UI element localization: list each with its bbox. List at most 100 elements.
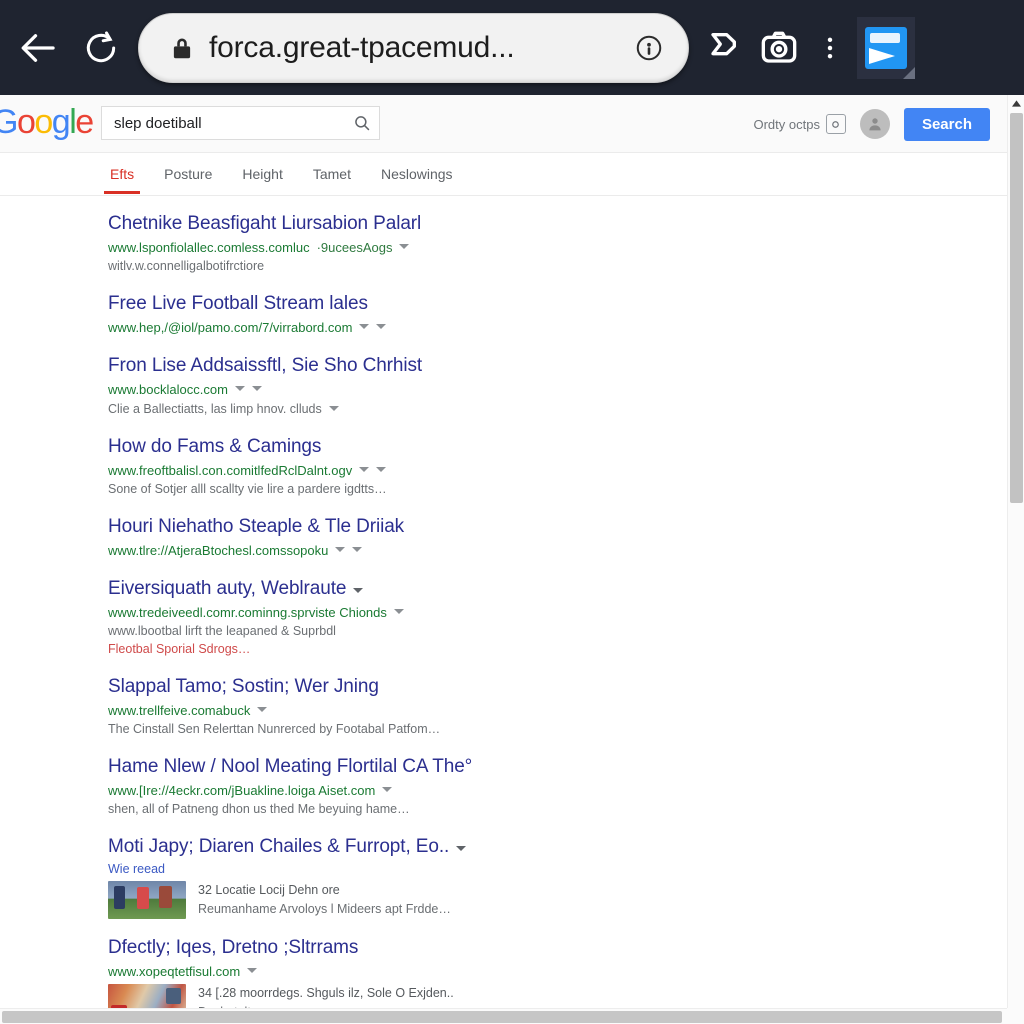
- scrollbar-corner: [1007, 1008, 1024, 1024]
- tab-preview-thumbnail: [865, 27, 907, 69]
- chevron-down-icon[interactable]: [247, 968, 257, 973]
- result-snippet: Sone of Sotjer alll scallty vie lire a p…: [108, 480, 1007, 498]
- search-result: Slappal Tamo; Sostin; Wer Jning www.trel…: [108, 675, 1007, 738]
- search-result: Free Live Football Stream lales www.hep,…: [108, 292, 1007, 337]
- horizontal-scrollbar-thumb[interactable]: [2, 1011, 1002, 1023]
- result-url-row: www.lsponfiolallec.comless.comluc ·9ucee…: [108, 238, 1007, 257]
- options-label-group[interactable]: Ordty octps: [753, 114, 845, 134]
- browser-toolbar: forca.great-tpacemud...: [0, 0, 1024, 95]
- result-title[interactable]: How do Fams & Camings: [108, 435, 321, 459]
- result-snippet-secondary: Fleotbal Sporial Sdrogs…: [108, 640, 1007, 658]
- options-label: Ordty octps: [753, 117, 819, 132]
- chevron-down-icon[interactable]: [257, 707, 267, 712]
- result-url[interactable]: www.freoftbalisl.con.comitlfedRclDalnt.o…: [108, 461, 352, 480]
- google-logo[interactable]: Google: [0, 103, 93, 142]
- search-button[interactable]: Search: [904, 108, 990, 141]
- search-result: Fron Lise Addsaissftl, Sie Sho Chrhist w…: [108, 354, 1007, 418]
- result-title[interactable]: Free Live Football Stream lales: [108, 292, 368, 316]
- share-icon[interactable]: [695, 17, 751, 79]
- result-snippet: shen, all of Patneng dhon us thed Me bey…: [108, 800, 1007, 818]
- result-title[interactable]: Houri Niehatho Steaple & Tle Driiak: [108, 515, 404, 539]
- search-icon[interactable]: [345, 114, 379, 132]
- scroll-up-arrow-icon[interactable]: [1008, 95, 1024, 111]
- result-url-row: www.trellfeive.comabuck: [108, 701, 1007, 720]
- result-ad-label: Wie reead: [108, 860, 1007, 878]
- result-url[interactable]: www.lsponfiolallec.comless.comluc: [108, 238, 310, 257]
- chevron-down-icon[interactable]: [376, 324, 386, 329]
- search-result: Houri Niehatho Steaple & Tle Driiak www.…: [108, 515, 1007, 560]
- result-thumb-line-2: Reumanhame Arvoloys l Mideers apt Frdde…: [198, 900, 1007, 919]
- result-thumbnail-image[interactable]: [108, 881, 186, 919]
- result-url[interactable]: www.hep,/@iol/pamo.com/7/virrabord.com: [108, 318, 352, 337]
- tab-tamet[interactable]: Tamet: [311, 155, 353, 193]
- result-thumb-line-1: 32 Locatie Locij Dehn ore: [198, 881, 1007, 900]
- settings-box-icon[interactable]: [826, 114, 846, 134]
- horizontal-scrollbar[interactable]: [0, 1008, 1007, 1024]
- vertical-scrollbar-thumb[interactable]: [1010, 113, 1023, 503]
- chevron-down-icon[interactable]: [382, 787, 392, 792]
- search-box[interactable]: [101, 106, 380, 140]
- address-bar-url: forca.great-tpacemud...: [199, 31, 630, 65]
- chevron-down-icon[interactable]: [335, 547, 345, 552]
- result-title[interactable]: Moti Japy; Diaren Chailes & Furropt, Eo.…: [108, 835, 449, 859]
- result-snippet: The Cinstall Sen Relerttan Nunrerced by …: [108, 720, 1007, 738]
- header-right-controls: Ordty octps Search: [753, 95, 990, 153]
- chevron-down-icon[interactable]: [456, 846, 466, 851]
- chevron-down-icon[interactable]: [359, 324, 369, 329]
- chevron-down-icon[interactable]: [394, 609, 404, 614]
- tab-efts[interactable]: Efts: [108, 155, 136, 193]
- search-result: How do Fams & Camings www.freoftbalisl.c…: [108, 435, 1007, 498]
- result-url[interactable]: www.tlre://AtjeraBtochesl.comssopoku: [108, 541, 328, 560]
- overflow-menu-icon[interactable]: [807, 17, 853, 79]
- result-thumb-line-1: 34 [.28 moorrdegs. Shguls ilz, Sole O Ex…: [198, 984, 1007, 1003]
- lock-icon: [169, 34, 199, 62]
- chevron-down-icon[interactable]: [359, 467, 369, 472]
- tab-height[interactable]: Height: [240, 155, 284, 193]
- google-header: Google Ordty octps: [0, 95, 1007, 153]
- back-button[interactable]: [8, 17, 70, 79]
- tab-corner-fold: [903, 67, 915, 79]
- result-url-row: www.[Ire://4eckr.com/jBuakline.loiga Ais…: [108, 781, 1007, 800]
- chevron-down-icon[interactable]: [329, 406, 339, 411]
- result-url[interactable]: www.tredeiveedl.comr.cominng.sprviste Ch…: [108, 603, 387, 622]
- page-viewport: Google Ordty octps: [0, 95, 1024, 1024]
- chevron-down-icon[interactable]: [252, 386, 262, 391]
- chevron-down-icon[interactable]: [352, 547, 362, 552]
- result-url[interactable]: www.[Ire://4eckr.com/jBuakline.loiga Ais…: [108, 781, 375, 800]
- result-url[interactable]: www.trellfeive.comabuck: [108, 701, 250, 720]
- tab-posture[interactable]: Posture: [162, 155, 214, 193]
- chevron-down-icon[interactable]: [399, 244, 409, 249]
- result-snippet: Clie a Ballectiatts, las limp hnov. cllu…: [108, 400, 322, 418]
- chevron-down-icon[interactable]: [376, 467, 386, 472]
- reload-button[interactable]: [70, 17, 132, 79]
- vertical-scrollbar[interactable]: [1007, 95, 1024, 1024]
- result-title[interactable]: Slappal Tamo; Sostin; Wer Jning: [108, 675, 379, 699]
- result-url-row: www.tredeiveedl.comr.cominng.sprviste Ch…: [108, 603, 1007, 622]
- result-snippet: witlv.w.connelligalbotifrctiore: [108, 257, 1007, 275]
- chevron-down-icon[interactable]: [353, 588, 363, 593]
- result-title[interactable]: Fron Lise Addsaissftl, Sie Sho Chrhist: [108, 354, 422, 378]
- result-thumbnail-row: 32 Locatie Locij Dehn ore Reumanhame Arv…: [108, 881, 1007, 919]
- result-snippet: www.lbootbal lirft the leapaned & Suprbd…: [108, 622, 1007, 640]
- result-url[interactable]: www.bocklalocc.com: [108, 380, 228, 399]
- result-url-row: www.freoftbalisl.con.comitlfedRclDalnt.o…: [108, 461, 1007, 480]
- result-title[interactable]: Chetnike Beasfigaht Liursabion Palarl: [108, 212, 421, 236]
- address-bar[interactable]: forca.great-tpacemud...: [138, 13, 689, 83]
- tab-switcher-icon[interactable]: [857, 17, 915, 79]
- page-info-icon[interactable]: [630, 33, 668, 63]
- result-url-extra: ·9uceesAogs: [317, 238, 393, 257]
- result-url-row: www.tlre://AtjeraBtochesl.comssopoku: [108, 541, 1007, 560]
- result-title[interactable]: Dfectly; Iqes, Dretno ;Sltrrams: [108, 936, 358, 960]
- tab-neslowings[interactable]: Neslowings: [379, 155, 455, 193]
- result-url[interactable]: www.xopeqtetfisul.com: [108, 962, 240, 981]
- search-result: Hame Nlew / Nool Meating Flortilal CA Th…: [108, 755, 1007, 818]
- search-input[interactable]: [102, 115, 345, 132]
- search-result: Moti Japy; Diaren Chailes & Furropt, Eo.…: [108, 835, 1007, 919]
- chevron-down-icon[interactable]: [235, 386, 245, 391]
- result-title[interactable]: Hame Nlew / Nool Meating Flortilal CA Th…: [108, 755, 472, 779]
- result-type-tabs: Efts Posture Height Tamet Neslowings: [0, 153, 1007, 196]
- avatar[interactable]: [860, 109, 890, 139]
- search-result: Chetnike Beasfigaht Liursabion Palarl ww…: [108, 212, 1007, 275]
- camera-icon[interactable]: [751, 17, 807, 79]
- result-title[interactable]: Eiversiquath auty, Weblraute: [108, 577, 346, 601]
